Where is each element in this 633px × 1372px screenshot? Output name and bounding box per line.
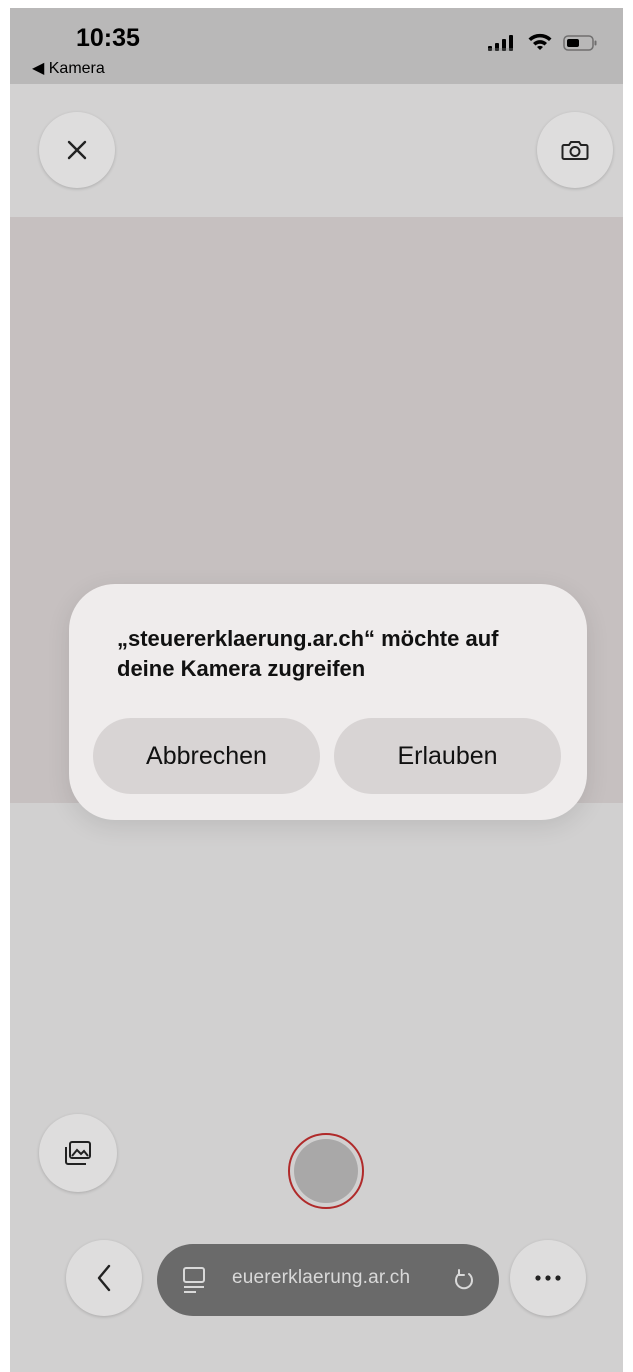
battery-icon bbox=[563, 35, 597, 51]
close-button[interactable] bbox=[39, 112, 115, 188]
shutter-inner bbox=[294, 1139, 358, 1203]
camera-flip-icon bbox=[561, 141, 589, 160]
more-dots-icon bbox=[535, 1275, 561, 1281]
status-bar: 10:35 ◀ Kamera bbox=[10, 8, 623, 84]
switch-camera-button[interactable] bbox=[537, 112, 613, 188]
status-time: 10:35 bbox=[76, 24, 140, 52]
url-bar[interactable]: euererklaerung.ar.ch bbox=[157, 1244, 499, 1316]
shutter-button[interactable] bbox=[288, 1133, 364, 1209]
allow-button[interactable]: Erlauben bbox=[334, 718, 561, 794]
browser-back-button[interactable] bbox=[66, 1240, 142, 1316]
back-to-app-link[interactable]: ◀ Kamera bbox=[32, 58, 105, 78]
chevron-left-icon bbox=[97, 1264, 111, 1292]
photo-gallery-icon bbox=[65, 1141, 91, 1165]
url-text[interactable]: euererklaerung.ar.ch bbox=[232, 1267, 410, 1289]
cancel-button[interactable]: Abbrechen bbox=[93, 718, 320, 794]
close-icon bbox=[67, 140, 87, 160]
page-icon bbox=[183, 1267, 205, 1293]
status-icons bbox=[487, 32, 599, 54]
reload-icon[interactable] bbox=[452, 1266, 476, 1292]
signal-bars-icon bbox=[488, 35, 513, 51]
wifi-icon bbox=[528, 33, 552, 50]
camera-screen: 10:35 ◀ Kamera euererklaerung.ar.ch „ste… bbox=[10, 8, 623, 1372]
dialog-message: „steuererklaerung.ar.ch“ möchte auf dein… bbox=[117, 626, 499, 681]
camera-permission-dialog: „steuererklaerung.ar.ch“ möchte auf dein… bbox=[69, 584, 587, 820]
photo-gallery-button[interactable] bbox=[39, 1114, 117, 1192]
more-button[interactable] bbox=[510, 1240, 586, 1316]
